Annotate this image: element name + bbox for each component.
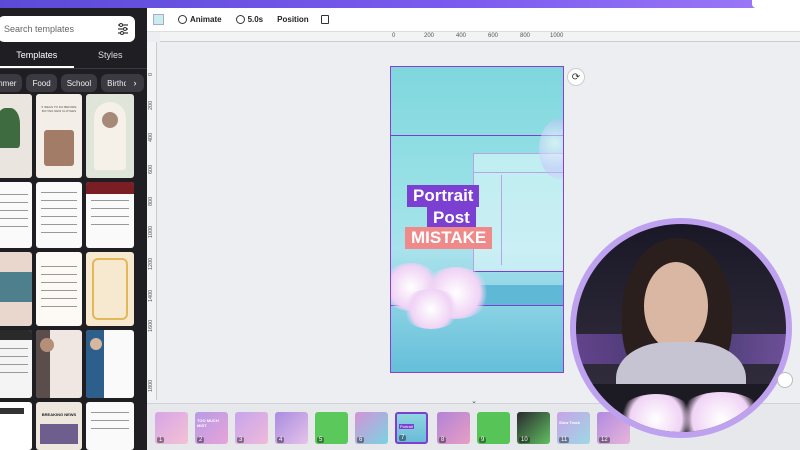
template-thumb[interactable] bbox=[36, 330, 82, 398]
cloud-graphic bbox=[401, 289, 461, 329]
templates-panel: Templates Styles mmer Food School Birthd… bbox=[0, 8, 147, 450]
page-thumb-text: Slow Track bbox=[559, 420, 580, 425]
tabs-divider bbox=[0, 68, 147, 69]
template-thumb[interactable] bbox=[86, 402, 134, 450]
ruler-tick: 1400 bbox=[148, 289, 154, 302]
ruler-tick: 400 bbox=[148, 132, 154, 142]
page-thumb[interactable]: 10 bbox=[517, 412, 550, 444]
template-thumb[interactable] bbox=[86, 252, 134, 326]
template-thumb[interactable] bbox=[0, 252, 32, 326]
search-box[interactable] bbox=[0, 16, 135, 42]
ruler-tick: 200 bbox=[424, 33, 435, 39]
ruler-tick: 0 bbox=[148, 72, 154, 76]
template-thumb[interactable] bbox=[86, 330, 134, 398]
panel-tabs: Templates Styles bbox=[0, 46, 147, 68]
page-thumb[interactable]: 6 bbox=[355, 412, 388, 444]
page-thumb[interactable]: TOO MUCH MIST 2 bbox=[195, 412, 228, 444]
top-header-strip bbox=[0, 0, 800, 8]
ruler-tick: 1000 bbox=[148, 225, 154, 238]
template-thumb[interactable] bbox=[0, 330, 32, 398]
ruler-tick: 800 bbox=[520, 33, 531, 39]
page-number: 3 bbox=[237, 437, 245, 443]
ruler-tick: 0 bbox=[392, 33, 396, 39]
page-thumb[interactable]: 9 bbox=[477, 412, 510, 444]
template-thumb[interactable] bbox=[86, 94, 134, 178]
template-thumb[interactable] bbox=[0, 94, 32, 178]
design-page[interactable]: Portrait Post MISTAKE bbox=[390, 66, 564, 373]
filter-icon[interactable] bbox=[117, 22, 129, 36]
page-number: 12 bbox=[599, 437, 610, 443]
page-thumb-selected[interactable]: Portrait 7 bbox=[395, 412, 428, 444]
template-thumb-title: 5 IDEAS TO DO BEFORE BUYING NEW CLOTHES bbox=[41, 105, 77, 113]
tab-templates[interactable]: Templates bbox=[0, 46, 74, 68]
ruler-tick: 1200 bbox=[148, 257, 154, 270]
guide-line bbox=[391, 135, 563, 136]
ruler-tick: 1800 bbox=[148, 379, 154, 392]
page-thumb-text: TOO MUCH MIST bbox=[197, 418, 219, 428]
ruler-tick: 600 bbox=[488, 33, 499, 39]
page-thumb[interactable]: 3 bbox=[235, 412, 268, 444]
category-chips: mmer Food School Birthday bbox=[0, 74, 143, 92]
background-color-swatch[interactable] bbox=[153, 14, 164, 25]
chip-school[interactable]: School bbox=[60, 74, 98, 92]
template-thumb[interactable] bbox=[86, 182, 134, 248]
refresh-icon[interactable]: ⟳ bbox=[567, 68, 585, 86]
chip-summer[interactable]: mmer bbox=[0, 74, 23, 92]
header-action-button[interactable] bbox=[752, 0, 800, 8]
template-thumb[interactable]: BREAKING NEWS bbox=[36, 402, 82, 450]
webcam-video bbox=[576, 224, 786, 432]
duration-button[interactable]: 5.0s bbox=[235, 15, 264, 24]
page-thumb[interactable]: 5 bbox=[315, 412, 348, 444]
page-number: 1 bbox=[157, 437, 165, 443]
title-post[interactable]: Post bbox=[427, 207, 476, 229]
editor-app: Templates Styles mmer Food School Birthd… bbox=[0, 0, 800, 450]
person-face bbox=[644, 262, 708, 350]
ruler-tick: 1600 bbox=[148, 319, 154, 332]
lock-icon[interactable] bbox=[320, 15, 329, 24]
page-number: 5 bbox=[317, 437, 325, 443]
position-label: Position bbox=[277, 15, 309, 24]
template-thumb[interactable]: 5 IDEAS TO DO BEFORE BUYING NEW CLOTHES bbox=[36, 94, 82, 178]
position-button[interactable]: Position bbox=[277, 15, 309, 24]
page-number: 6 bbox=[357, 437, 365, 443]
clock-icon bbox=[235, 15, 245, 24]
ruler-tick: 800 bbox=[148, 196, 154, 206]
page-thumb-text: Portrait bbox=[399, 424, 414, 429]
editor-toolbar: Animate 5.0s Position bbox=[147, 8, 800, 32]
add-icon[interactable] bbox=[777, 372, 793, 388]
title-mistake[interactable]: MISTAKE bbox=[405, 227, 493, 249]
title-portrait[interactable]: Portrait bbox=[407, 185, 480, 207]
chips-next-button[interactable]: › bbox=[126, 74, 144, 92]
page-number: 2 bbox=[197, 437, 205, 443]
ruler-tick: 400 bbox=[456, 33, 467, 39]
animate-icon bbox=[178, 15, 187, 24]
page-number: 7 bbox=[399, 435, 407, 441]
animate-label: Animate bbox=[190, 15, 222, 24]
page-number: 9 bbox=[479, 437, 487, 443]
ruler-tick: 600 bbox=[148, 164, 154, 174]
ruler-tick: 200 bbox=[148, 100, 154, 110]
animate-button[interactable]: Animate bbox=[178, 15, 222, 24]
chip-food[interactable]: Food bbox=[26, 74, 57, 92]
page-number: 10 bbox=[519, 437, 530, 443]
duration-label: 5.0s bbox=[247, 15, 264, 24]
page-number: 11 bbox=[559, 437, 570, 443]
template-search-input[interactable] bbox=[4, 24, 104, 34]
template-thumb[interactable] bbox=[0, 182, 32, 248]
tab-styles[interactable]: Styles bbox=[74, 46, 148, 68]
webcam-overlay bbox=[570, 218, 792, 438]
template-thumb-title: BREAKING NEWS bbox=[41, 412, 77, 417]
page-thumb[interactable]: 1 bbox=[155, 412, 188, 444]
template-thumb[interactable] bbox=[36, 252, 82, 326]
page-number: 8 bbox=[439, 437, 447, 443]
page-thumb[interactable]: 4 bbox=[275, 412, 308, 444]
ruler-tick: 1000 bbox=[550, 33, 564, 39]
horizontal-ruler: 0 200 400 600 800 1000 bbox=[160, 32, 800, 42]
guide-line bbox=[473, 271, 563, 272]
template-thumb[interactable] bbox=[36, 182, 82, 248]
page-number: 4 bbox=[277, 437, 285, 443]
template-thumb[interactable] bbox=[0, 402, 32, 450]
page-thumb[interactable]: 8 bbox=[437, 412, 470, 444]
vertical-ruler: 0 200 400 600 800 1000 1200 1400 1600 18… bbox=[147, 42, 157, 400]
